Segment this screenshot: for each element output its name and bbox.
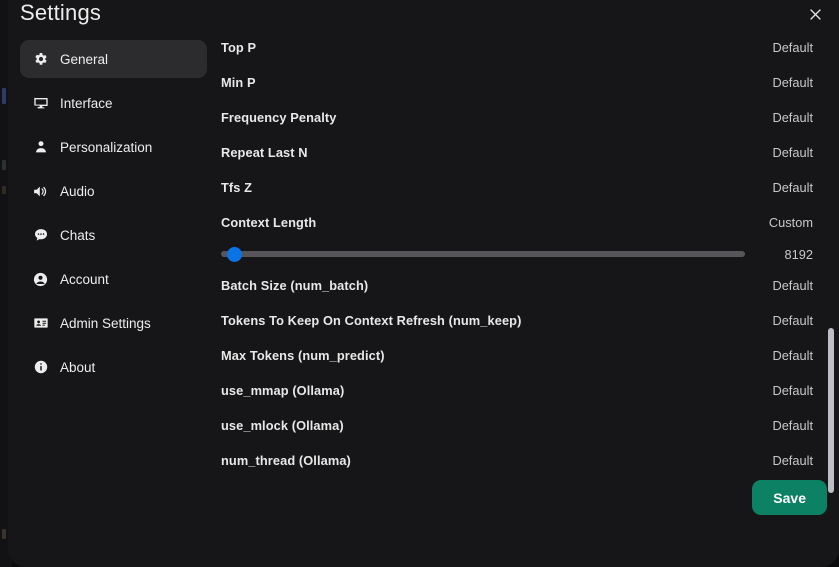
setting-label: Frequency Penalty — [221, 110, 337, 125]
setting-row-repeat-last-n[interactable]: Repeat Last N Default — [207, 135, 827, 170]
setting-value[interactable]: Default — [772, 75, 813, 90]
setting-row-max-tokens[interactable]: Max Tokens (num_predict) Default — [207, 338, 827, 373]
setting-label: Context Length — [221, 215, 316, 230]
setting-label: Top P — [221, 40, 256, 55]
close-button[interactable] — [801, 0, 829, 28]
setting-row-num-gpu[interactable]: num_gpu (Ollama) Default — [207, 478, 827, 490]
sidebar-item-label: Interface — [60, 96, 113, 111]
setting-row-tfs-z[interactable]: Tfs Z Default — [207, 170, 827, 205]
chat-bubble-icon — [32, 227, 49, 244]
setting-value[interactable]: Default — [772, 110, 813, 125]
setting-label: Min P — [221, 75, 256, 90]
slider-thumb[interactable] — [227, 247, 242, 262]
context-length-slider-row: 8192 — [207, 240, 827, 268]
setting-row-frequency-penalty[interactable]: Frequency Penalty Default — [207, 100, 827, 135]
sidebar-item-label: General — [60, 52, 108, 67]
sidebar-item-label: Personalization — [60, 140, 152, 155]
setting-row-use-mmap[interactable]: use_mmap (Ollama) Default — [207, 373, 827, 408]
setting-value[interactable]: Default — [772, 145, 813, 160]
setting-label: num_thread (Ollama) — [221, 453, 351, 468]
content-scrollbar[interactable] — [828, 270, 834, 495]
settings-content-pane: Top P Default Min P Default Frequency Pe… — [207, 34, 827, 490]
context-length-slider[interactable] — [221, 249, 745, 259]
monitor-icon — [32, 95, 49, 112]
sidebar-item-personalization[interactable]: Personalization — [20, 128, 207, 166]
speaker-icon — [32, 183, 49, 200]
setting-row-top-p[interactable]: Top P Default — [207, 34, 827, 65]
account-circle-icon — [32, 271, 49, 288]
sidebar-item-general[interactable]: General — [20, 40, 207, 78]
setting-value[interactable]: Default — [772, 348, 813, 363]
setting-label: Max Tokens (num_predict) — [221, 348, 385, 363]
page-title: Settings — [20, 0, 101, 26]
setting-value[interactable]: Default — [772, 180, 813, 195]
info-circle-icon — [32, 359, 49, 376]
sidebar-item-audio[interactable]: Audio — [20, 172, 207, 210]
setting-value[interactable]: Default — [772, 40, 813, 55]
background-accent-mark — [2, 186, 6, 194]
setting-label: use_mmap (Ollama) — [221, 383, 344, 398]
setting-row-use-mlock[interactable]: use_mlock (Ollama) Default — [207, 408, 827, 443]
settings-modal: Settings General Interface — [8, 0, 839, 567]
setting-label: Batch Size (num_batch) — [221, 278, 368, 293]
setting-value[interactable]: Custom — [769, 215, 813, 230]
setting-label: num_gpu (Ollama) — [221, 488, 335, 490]
sidebar-item-account[interactable]: Account — [20, 260, 207, 298]
sidebar-item-chats[interactable]: Chats — [20, 216, 207, 254]
save-button[interactable]: Save — [752, 480, 827, 515]
setting-row-context-length[interactable]: Context Length Custom — [207, 205, 827, 240]
sidebar-item-label: Chats — [60, 228, 95, 243]
setting-label: Tfs Z — [221, 180, 252, 195]
sidebar-item-label: Audio — [60, 184, 95, 199]
gear-icon — [32, 51, 49, 68]
person-icon — [32, 139, 49, 156]
setting-row-batch-size[interactable]: Batch Size (num_batch) Default — [207, 268, 827, 303]
setting-value[interactable]: Default — [772, 313, 813, 328]
slider-track — [221, 251, 745, 257]
scrollbar-thumb[interactable] — [828, 328, 834, 493]
setting-row-num-thread[interactable]: num_thread (Ollama) Default — [207, 443, 827, 478]
sidebar-item-admin-settings[interactable]: Admin Settings — [20, 304, 207, 342]
setting-value[interactable]: Default — [772, 453, 813, 468]
settings-sidebar: General Interface Personalization Audio — [20, 40, 207, 510]
sidebar-item-label: Admin Settings — [60, 316, 151, 331]
setting-value[interactable]: Default — [772, 278, 813, 293]
close-icon — [808, 7, 823, 22]
setting-value[interactable]: Default — [772, 418, 813, 433]
sidebar-item-interface[interactable]: Interface — [20, 84, 207, 122]
context-length-value[interactable]: 8192 — [759, 247, 813, 262]
sidebar-item-label: About — [60, 360, 95, 375]
setting-row-num-keep[interactable]: Tokens To Keep On Context Refresh (num_k… — [207, 303, 827, 338]
id-card-icon — [32, 315, 49, 332]
setting-label: Repeat Last N — [221, 145, 308, 160]
background-accent-mark — [2, 160, 6, 170]
setting-label: use_mlock (Ollama) — [221, 418, 344, 433]
background-accent-mark — [2, 529, 6, 539]
sidebar-item-label: Account — [60, 272, 109, 287]
setting-row-min-p[interactable]: Min P Default — [207, 65, 827, 100]
sidebar-item-about[interactable]: About — [20, 348, 207, 386]
background-accent-mark — [2, 88, 6, 104]
setting-value[interactable]: Default — [772, 383, 813, 398]
modal-body: General Interface Personalization Audio — [8, 40, 839, 567]
setting-label: Tokens To Keep On Context Refresh (num_k… — [221, 313, 521, 328]
